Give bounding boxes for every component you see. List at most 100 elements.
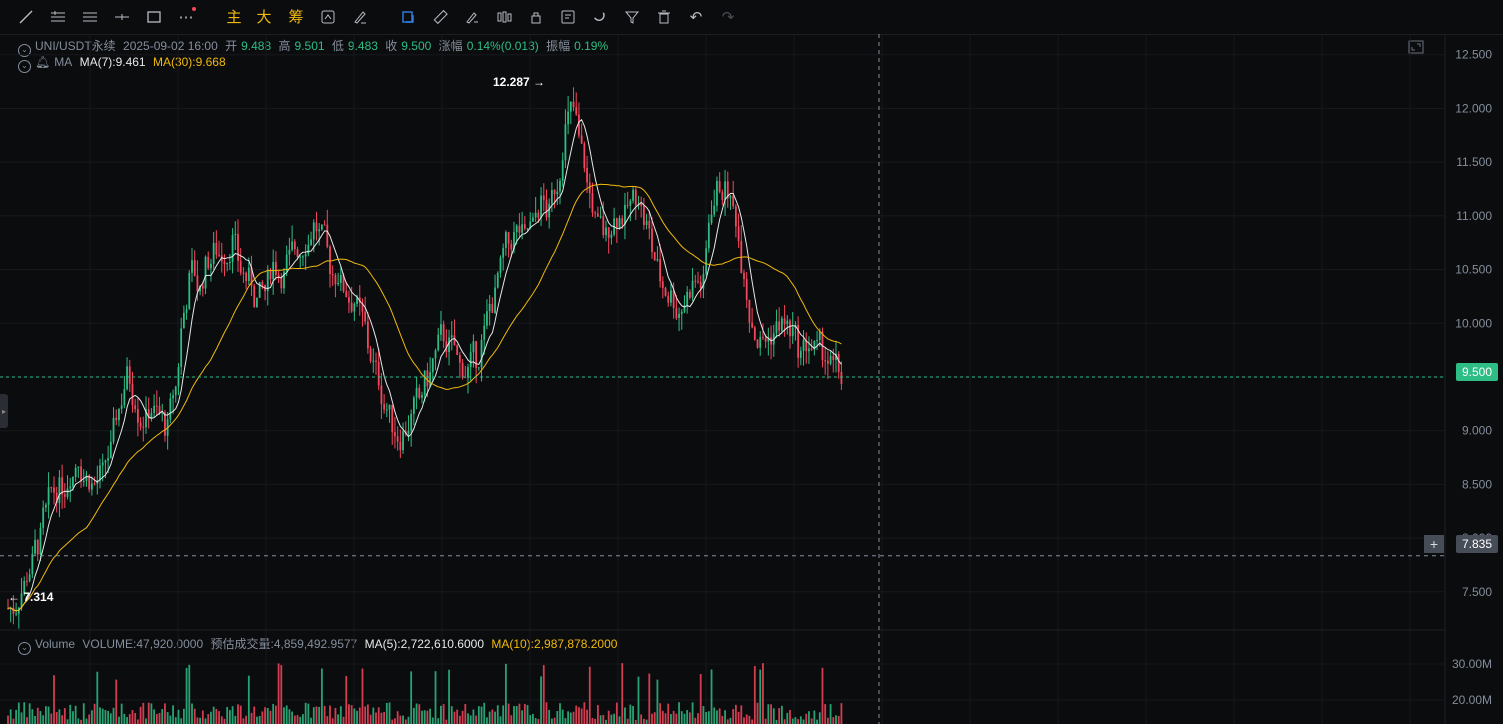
volume-bar (694, 717, 697, 724)
candle-body (440, 324, 442, 335)
volume-bar (680, 711, 683, 724)
volume-bar (740, 705, 743, 724)
magnet-icon[interactable] (588, 5, 612, 29)
candle-body (39, 527, 42, 555)
volume-bar (7, 715, 9, 724)
note-icon[interactable] (556, 5, 580, 29)
volume-bar (756, 702, 759, 724)
volume-bar (610, 714, 613, 724)
candle-body (494, 287, 496, 313)
candle-body (483, 325, 486, 340)
ruler-icon[interactable] (428, 5, 452, 29)
redo-icon[interactable]: ↷ (716, 5, 740, 29)
volume-bar (556, 711, 559, 724)
big-order-button[interactable]: 大 (252, 5, 276, 29)
undo-icon[interactable]: ↶ (684, 5, 708, 29)
candle-body (247, 267, 250, 282)
volume-bar (496, 705, 499, 724)
candle-body (239, 260, 242, 273)
volume-bar (256, 716, 258, 724)
volume-bar (575, 705, 578, 724)
add-alert-icon[interactable]: + (1424, 535, 1444, 553)
horizontal-lines-icon[interactable] (46, 5, 70, 29)
candle-body (683, 305, 686, 312)
volume-bar (228, 710, 231, 724)
volume-bar (142, 702, 145, 724)
candle-body (664, 287, 667, 296)
candle-body (396, 436, 399, 442)
volume-bar (196, 717, 199, 724)
volume-bar (713, 707, 716, 724)
trash-icon[interactable] (652, 5, 676, 29)
candle-body (172, 395, 174, 399)
volume-bar (139, 706, 142, 724)
volume-bar (334, 707, 337, 724)
volume-bar (123, 713, 126, 724)
volume-bar (664, 713, 667, 724)
candle-body (369, 348, 372, 362)
candle-body (47, 487, 50, 505)
parallel-channel-icon[interactable] (78, 5, 102, 29)
candle-body (534, 212, 537, 218)
horizontal-ray-icon[interactable] (110, 5, 134, 29)
volume-bar (158, 712, 161, 724)
volume-bar (448, 669, 450, 724)
candle-body (718, 180, 721, 192)
brush-icon[interactable] (460, 5, 484, 29)
pencil-icon[interactable] (348, 5, 372, 29)
filter-icon[interactable] (620, 5, 644, 29)
candle-body (353, 303, 356, 312)
volume-bar (637, 676, 640, 724)
volume-bar (296, 715, 299, 724)
volume-bar (718, 708, 721, 724)
more-tools-icon[interactable]: ⋯ (174, 5, 198, 29)
candle-body (653, 252, 656, 261)
rectangle-icon[interactable] (142, 5, 166, 29)
volume-bar (510, 715, 513, 724)
candle-body (667, 295, 670, 303)
volume-bar (545, 702, 548, 724)
candle-style-icon[interactable] (492, 5, 516, 29)
candle-body (207, 256, 210, 269)
volume-bar (223, 718, 226, 724)
candle-body (174, 386, 177, 396)
volume-bar (299, 716, 302, 724)
lock-icon[interactable] (524, 5, 548, 29)
candle-body (394, 432, 396, 437)
volume-bar (642, 718, 645, 724)
volume-bar (691, 702, 694, 724)
candle-body (223, 261, 226, 265)
volume-bar (453, 711, 456, 724)
volume-bar (418, 704, 421, 724)
price-tick-label: 9.000 (1462, 424, 1492, 438)
candle-body (621, 218, 624, 225)
candle-body (753, 327, 756, 340)
volume-bar (726, 719, 729, 724)
price-chart[interactable]: 12.500 12.000 11.500 11.000 10.500 10.000 9.50… (0, 34, 1503, 724)
candle-body (380, 385, 383, 405)
volume-bar (621, 663, 624, 724)
candle-body (670, 290, 672, 303)
candle-body (415, 387, 418, 398)
chips-button[interactable]: 筹 (284, 5, 308, 29)
candle-body (751, 322, 754, 328)
volume-bar (753, 666, 756, 724)
candle-body (686, 291, 689, 306)
volume-bar (548, 709, 551, 724)
volume-bar (837, 715, 840, 724)
volume-layer (7, 663, 843, 724)
candle-body (545, 199, 548, 218)
copy-icon[interactable] (396, 5, 420, 29)
main-indicator-button[interactable]: 主 (222, 5, 246, 29)
volume-bar (651, 713, 653, 724)
volume-bar (323, 705, 326, 724)
candle-body (697, 281, 699, 283)
auto-pattern-icon[interactable] (316, 5, 340, 29)
candle-body (607, 227, 610, 238)
volume-bar (277, 663, 280, 724)
volume-bar (607, 710, 610, 724)
volume-bar (34, 715, 36, 724)
trend-line-icon[interactable] (14, 5, 38, 29)
volume-bar (813, 710, 816, 724)
candle-body (320, 224, 323, 230)
